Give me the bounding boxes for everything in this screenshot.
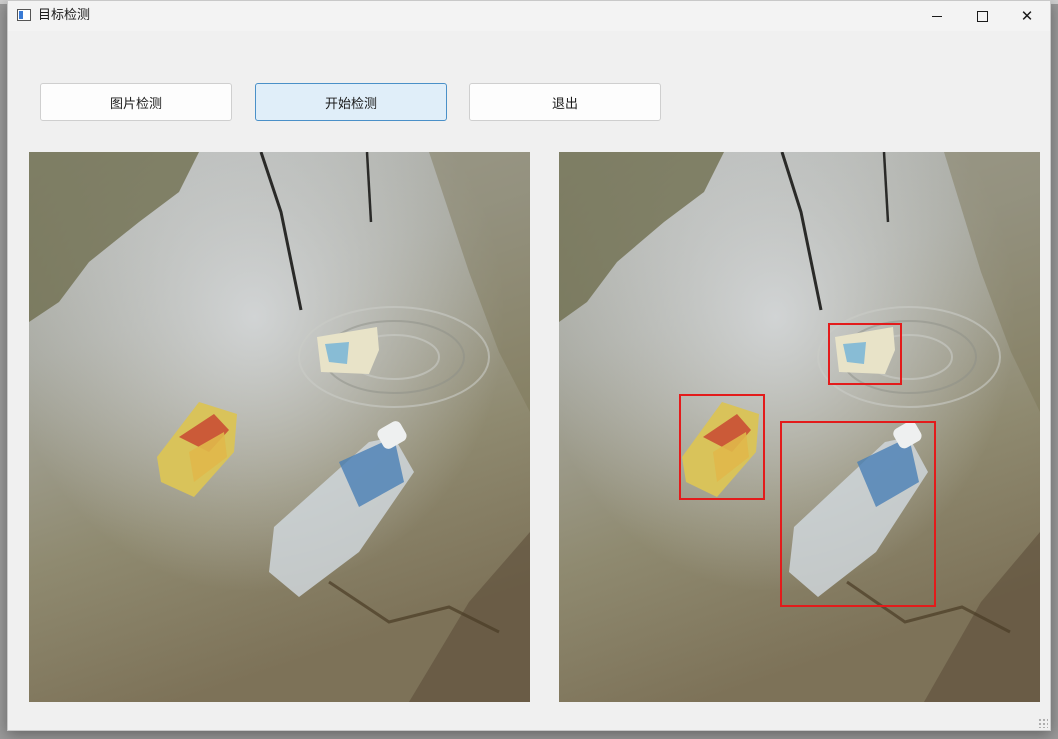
close-button[interactable]: ✕	[1004, 1, 1050, 31]
image-detect-button[interactable]: 图片检测	[40, 83, 232, 121]
maximize-icon	[976, 10, 988, 22]
detection-box-wrapper	[828, 323, 902, 385]
app-window-icon	[17, 9, 31, 21]
app-window: 目标检测 ✕ 图片检测 开始检测 退出	[7, 0, 1051, 731]
start-detect-button[interactable]: 开始检测	[255, 83, 447, 121]
resize-grip[interactable]	[1038, 718, 1048, 728]
detection-result-panel	[559, 152, 1040, 702]
title-bar[interactable]: 目标检测 ✕	[8, 1, 1050, 31]
detection-box-carton	[679, 394, 765, 500]
close-icon: ✕	[1020, 6, 1034, 25]
exit-button[interactable]: 退出	[469, 83, 661, 121]
minimize-button[interactable]	[914, 1, 960, 31]
minimize-icon	[932, 15, 942, 17]
window-title: 目标检测	[38, 8, 91, 23]
original-image	[29, 152, 530, 702]
maximize-button[interactable]	[959, 1, 1005, 31]
original-image-panel	[29, 152, 530, 702]
detection-box-bottle	[780, 421, 936, 607]
